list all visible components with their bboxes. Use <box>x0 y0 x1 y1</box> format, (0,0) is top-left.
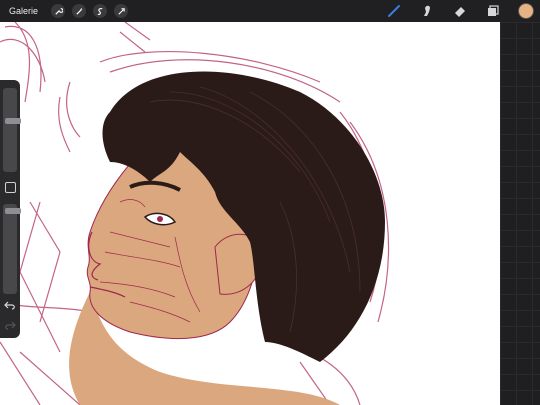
redo-icon <box>5 321 16 330</box>
color-picker-button[interactable] <box>518 3 534 19</box>
brush-button[interactable] <box>386 3 402 19</box>
selection-button[interactable] <box>93 4 108 18</box>
canvas-margin <box>500 22 540 405</box>
wrench-icon <box>54 7 63 15</box>
layers-icon <box>488 5 499 16</box>
opacity-slider[interactable] <box>3 204 21 294</box>
magic-wand-icon <box>75 7 83 15</box>
left-sidebar <box>0 80 21 338</box>
transform-button[interactable] <box>114 4 129 18</box>
brush-size-slider[interactable] <box>3 88 21 172</box>
brush-icon <box>388 5 400 17</box>
undo-icon <box>4 301 15 310</box>
eraser-icon <box>455 7 465 17</box>
transform-icon <box>117 7 125 15</box>
smudge-icon <box>424 5 430 16</box>
artwork <box>0 22 390 405</box>
gallery-button[interactable]: Galerie <box>9 6 38 16</box>
layers-button[interactable] <box>485 3 501 19</box>
drawing-canvas[interactable] <box>0 22 500 405</box>
smudge-button[interactable] <box>419 3 435 19</box>
opacity-handle[interactable] <box>5 208 21 214</box>
adjustments-button[interactable] <box>72 4 87 18</box>
redo-button[interactable] <box>4 318 16 330</box>
top-toolbar: Galerie <box>0 0 540 22</box>
eraser-button[interactable] <box>452 3 468 19</box>
brush-size-handle[interactable] <box>5 118 21 124</box>
actions-button[interactable] <box>51 4 66 18</box>
undo-button[interactable] <box>4 298 16 310</box>
modify-button[interactable] <box>5 182 16 193</box>
selection-icon <box>97 7 102 15</box>
